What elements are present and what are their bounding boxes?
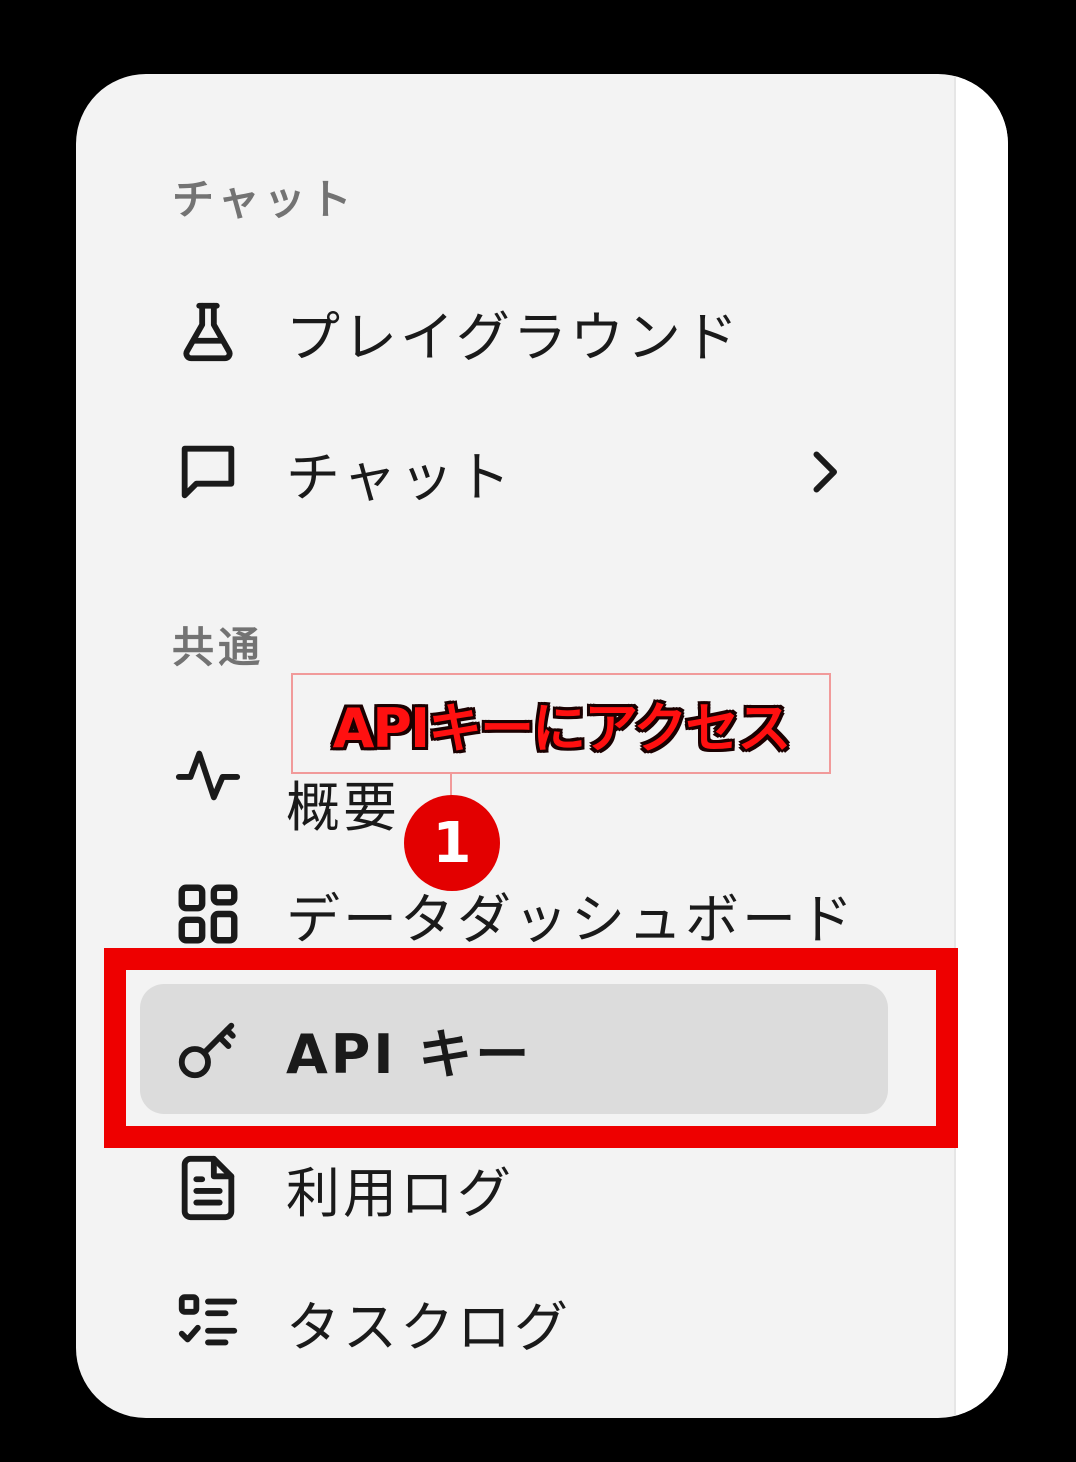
- grid-icon: [168, 874, 248, 954]
- step-number-badge: 1: [404, 795, 500, 891]
- sidebar-item-playground[interactable]: プレイグラウンド: [168, 282, 868, 382]
- sidebar-item-chat[interactable]: チャット: [168, 422, 868, 522]
- activity-icon: [168, 734, 248, 814]
- list-checks-icon: [168, 1282, 248, 1362]
- sidebar-item-label: プレイグラウンド: [286, 305, 741, 369]
- section-heading-chat: チャット: [172, 175, 356, 224]
- sidebar-item-label: タスクログ: [286, 1295, 571, 1359]
- annotation-highlight-box: [104, 948, 958, 1148]
- flask-icon: [168, 292, 248, 372]
- sidebar-item-label: データダッシュボード: [286, 887, 856, 951]
- screenshot-stage: チャット プレイグラウンド チャット 共通 概要 データダッシュボード API …: [0, 0, 1076, 1462]
- sidebar-item-label: 概要: [286, 775, 400, 839]
- annotation-callout: APIキーにアクセス: [291, 673, 831, 774]
- panel-scroll-edge: [954, 74, 1008, 1418]
- sidebar-item-task-logs[interactable]: タスクログ: [168, 1272, 868, 1372]
- message-square-icon: [168, 432, 248, 512]
- sidebar-item-label: チャット: [286, 445, 514, 509]
- chevron-right-icon[interactable]: [794, 442, 854, 502]
- section-heading-common: 共通: [172, 623, 265, 672]
- annotation-callout-text: APIキーにアクセス: [332, 697, 792, 760]
- sidebar-item-usage-logs[interactable]: 利用ログ: [168, 1138, 868, 1238]
- sidebar-item-label: 利用ログ: [286, 1161, 514, 1225]
- file-text-icon: [168, 1148, 248, 1228]
